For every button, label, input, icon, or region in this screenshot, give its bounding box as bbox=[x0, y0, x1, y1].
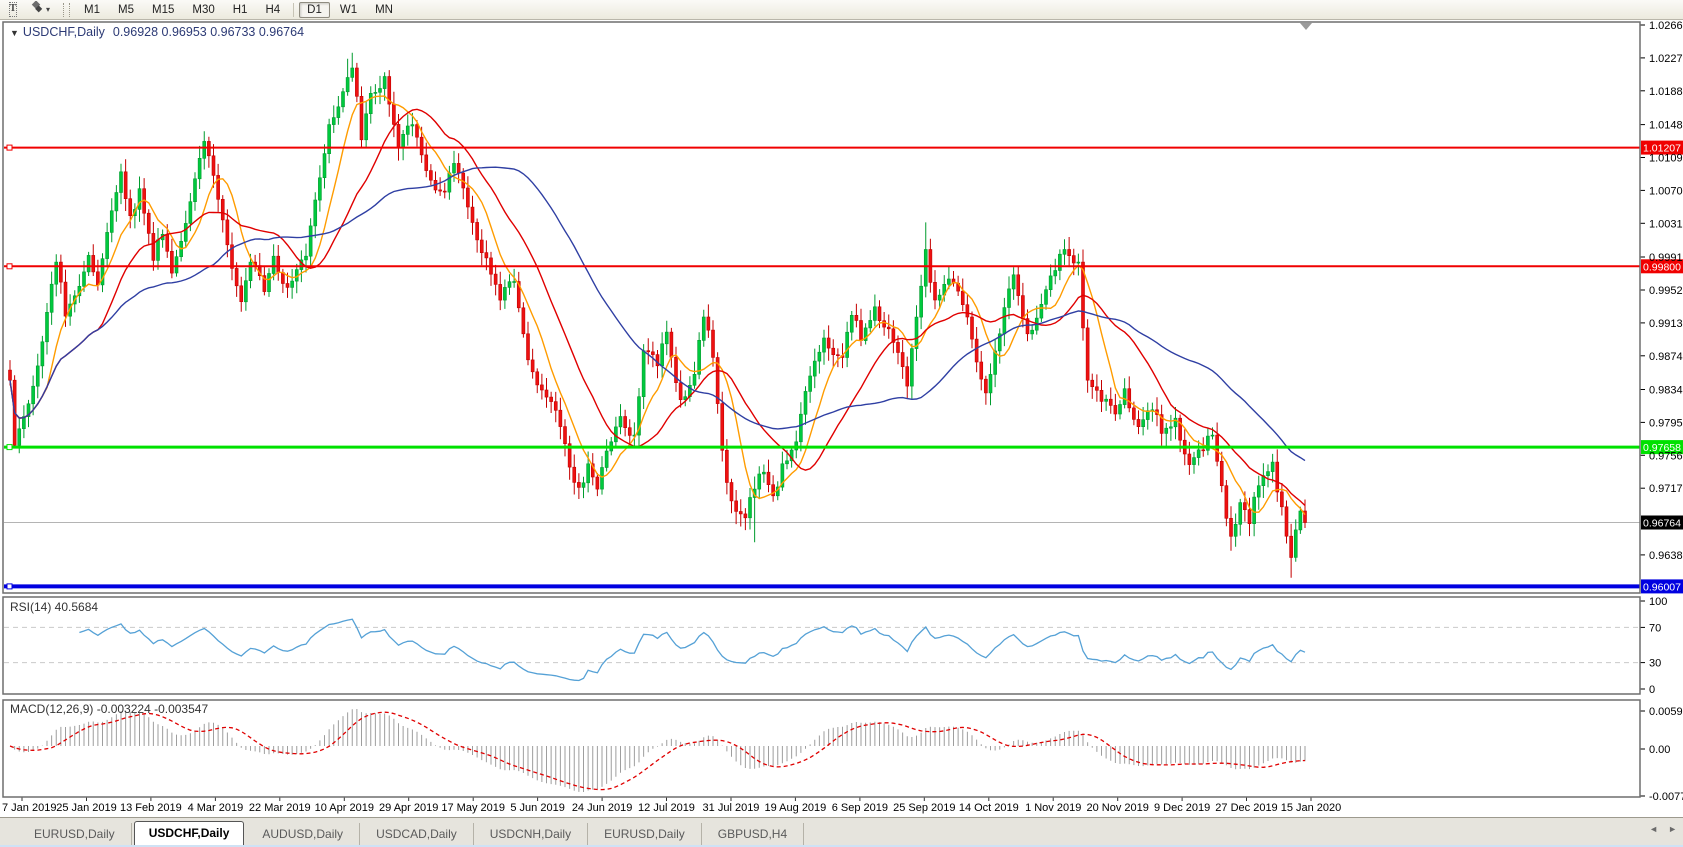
chart-symbol-label: USDCHF,Daily bbox=[23, 25, 105, 39]
y-axis-tick-label: 1.02660 bbox=[1649, 20, 1683, 32]
chart-tab-bar: EURUSD,DailyUSDCHF,DailyAUDUSD,DailyUSDC… bbox=[0, 817, 1683, 846]
rsi-axis-tick-label: 70 bbox=[1649, 622, 1661, 634]
y-axis-tick-label: 1.02270 bbox=[1649, 53, 1683, 65]
y-axis-tick-label: 0.98340 bbox=[1649, 385, 1683, 397]
rsi-axis-tick-label: 100 bbox=[1649, 596, 1667, 608]
x-axis-date-label: 12 Jul 2019 bbox=[638, 802, 695, 814]
y-axis-tick-label: 0.96380 bbox=[1649, 550, 1683, 562]
current-price-label: 0.96764 bbox=[1641, 516, 1683, 530]
tab-gbpusd-h4[interactable]: GBPUSD,H4 bbox=[702, 823, 804, 846]
x-axis-date-label: 22 Mar 2019 bbox=[249, 802, 311, 814]
macd-axis-tick-label: -0.007737 bbox=[1649, 791, 1683, 803]
timeframe-button-h4[interactable]: H4 bbox=[257, 2, 288, 18]
y-axis-tick-label: 1.00700 bbox=[1649, 185, 1683, 197]
autoscroll-marker-icon[interactable] bbox=[1300, 23, 1312, 30]
tab-usdchf-daily[interactable]: USDCHF,Daily bbox=[134, 821, 245, 846]
chart-ohlc-values: 0.96928 0.96953 0.96733 0.96764 bbox=[113, 25, 304, 39]
x-axis-date-label: 25 Jan 2019 bbox=[56, 802, 117, 814]
mt4-window: T ▾ M1M5M15M30H1H4D1W1MN 1.012070.998000… bbox=[0, 0, 1683, 847]
timeframe-button-m30[interactable]: M30 bbox=[184, 2, 222, 18]
x-axis-date-label: 27 Dec 2019 bbox=[1215, 802, 1277, 814]
timeframe-button-m15[interactable]: M15 bbox=[144, 2, 182, 18]
tab-usdcad-daily[interactable]: USDCAD,Daily bbox=[360, 823, 474, 846]
main-panel-border bbox=[3, 22, 1640, 593]
cursor-style-button[interactable]: ▾ bbox=[24, 2, 55, 18]
x-axis-date-label: 6 Sep 2019 bbox=[832, 802, 888, 814]
tab-usdcnh-daily[interactable]: USDCNH,Daily bbox=[474, 823, 588, 846]
hline-0.97658[interactable]: 0.97658 bbox=[4, 440, 1683, 454]
collapse-triangle-icon[interactable]: ▼ bbox=[10, 28, 19, 38]
y-axis-tick-label: 0.99910 bbox=[1649, 252, 1683, 264]
chart-title: ▼ USDCHF,Daily 0.96928 0.96953 0.96733 0.9… bbox=[10, 25, 304, 39]
text-tool-icon: T bbox=[9, 2, 18, 17]
hline-0.99800[interactable]: 0.99800 bbox=[4, 259, 1683, 273]
x-axis-date-label: 9 Dec 2019 bbox=[1154, 802, 1210, 814]
timeframe-button-m1[interactable]: M1 bbox=[76, 2, 108, 18]
tab-scroll-buttons: ◄ ► bbox=[1649, 824, 1677, 834]
x-axis-date-label: 13 Feb 2019 bbox=[120, 802, 182, 814]
macd-axis-tick-label: 0.005986 bbox=[1649, 706, 1683, 718]
x-axis-date-label: 4 Mar 2019 bbox=[188, 802, 244, 814]
timeframe-button-d1[interactable]: D1 bbox=[299, 2, 330, 18]
rsi-axis-tick-label: 30 bbox=[1649, 658, 1661, 670]
diamond-cursor-icon bbox=[29, 1, 44, 18]
tab-scroll-right-icon[interactable]: ► bbox=[1668, 824, 1677, 834]
y-axis-tick-label: 0.98740 bbox=[1649, 351, 1683, 363]
hline-1.01207[interactable]: 1.01207 bbox=[4, 141, 1683, 155]
x-axis-date-label: 19 Aug 2019 bbox=[765, 802, 827, 814]
macd-panel-border bbox=[3, 700, 1640, 797]
y-axis-tick-label: 0.97170 bbox=[1649, 483, 1683, 495]
x-axis-date-label: 5 Jun 2019 bbox=[510, 802, 564, 814]
x-axis-date-label: 1 Nov 2019 bbox=[1025, 802, 1081, 814]
chevron-down-icon: ▾ bbox=[46, 5, 50, 14]
macd-histogram bbox=[10, 709, 1305, 792]
toolbar-separator bbox=[293, 3, 294, 17]
toolbar-grip[interactable] bbox=[63, 3, 70, 17]
x-axis-date-label: 10 Apr 2019 bbox=[315, 802, 374, 814]
macd-label: MACD(12,26,9) -0.003224 -0.003547 bbox=[10, 702, 208, 716]
y-axis-tick-label: 0.99130 bbox=[1649, 318, 1683, 330]
toolbar: T ▾ M1M5M15M30H1H4 D1W1MN bbox=[0, 0, 1683, 20]
x-axis-date-label: 14 Oct 2019 bbox=[959, 802, 1019, 814]
svg-text:0.96764: 0.96764 bbox=[1643, 518, 1681, 530]
y-axis-tick-label: 1.01480 bbox=[1649, 120, 1683, 132]
chart-canvas[interactable]: 1.01207 0.99800 0.97658 0.96007 0.96764 1.026… bbox=[0, 0, 1683, 847]
y-axis-tick-label: 1.01880 bbox=[1649, 86, 1683, 98]
timeframe-button-h1[interactable]: H1 bbox=[225, 2, 256, 18]
x-axis-date-label: 7 Jan 2019 bbox=[2, 802, 56, 814]
x-axis-date-label: 24 Jun 2019 bbox=[572, 802, 633, 814]
y-axis-tick-label: 0.97560 bbox=[1649, 450, 1683, 462]
svg-text:0.96007: 0.96007 bbox=[1643, 581, 1681, 593]
y-axis-tick-label: 0.97950 bbox=[1649, 417, 1683, 429]
x-axis-date-label: 31 Jul 2019 bbox=[703, 802, 760, 814]
x-axis-date-label: 20 Nov 2019 bbox=[1087, 802, 1149, 814]
x-axis-date-label: 25 Sep 2019 bbox=[893, 802, 955, 814]
hline-0.96007[interactable]: 0.96007 bbox=[4, 579, 1683, 593]
timeframe-button-mn[interactable]: MN bbox=[367, 2, 401, 18]
y-axis-tick-label: 1.01090 bbox=[1649, 153, 1683, 165]
y-axis-tick-label: 1.00310 bbox=[1649, 218, 1683, 230]
macd-axis-tick-label: 0.00 bbox=[1649, 744, 1670, 756]
x-axis-date-label: 17 May 2019 bbox=[441, 802, 505, 814]
rsi-panel-border bbox=[3, 597, 1640, 694]
tab-scroll-left-icon[interactable]: ◄ bbox=[1649, 824, 1658, 834]
rsi-label: RSI(14) 40.5684 bbox=[10, 600, 98, 614]
timeframe-button-w1[interactable]: W1 bbox=[332, 2, 365, 18]
y-axis-tick-label: 0.99520 bbox=[1649, 285, 1683, 297]
candle-wicks-bull bbox=[19, 53, 1300, 562]
tab-audusd-daily[interactable]: AUDUSD,Daily bbox=[246, 823, 360, 846]
tab-eurusd-daily[interactable]: EURUSD,Daily bbox=[18, 823, 132, 846]
rsi-line bbox=[79, 619, 1305, 680]
timeframe-button-group: M1M5M15M30H1H4 D1W1MN bbox=[75, 2, 402, 18]
tab-eurusd-daily[interactable]: EURUSD,Daily bbox=[588, 823, 702, 846]
rsi-axis-tick-label: 0 bbox=[1649, 684, 1655, 696]
timeframe-button-m5[interactable]: M5 bbox=[110, 2, 142, 18]
text-tool-button[interactable]: T bbox=[4, 2, 22, 18]
chart-tabs: EURUSD,DailyUSDCHF,DailyAUDUSD,DailyUSDC… bbox=[0, 818, 804, 846]
x-axis-date-label: 29 Apr 2019 bbox=[379, 802, 438, 814]
x-axis-date-label: 15 Jan 2020 bbox=[1281, 802, 1342, 814]
